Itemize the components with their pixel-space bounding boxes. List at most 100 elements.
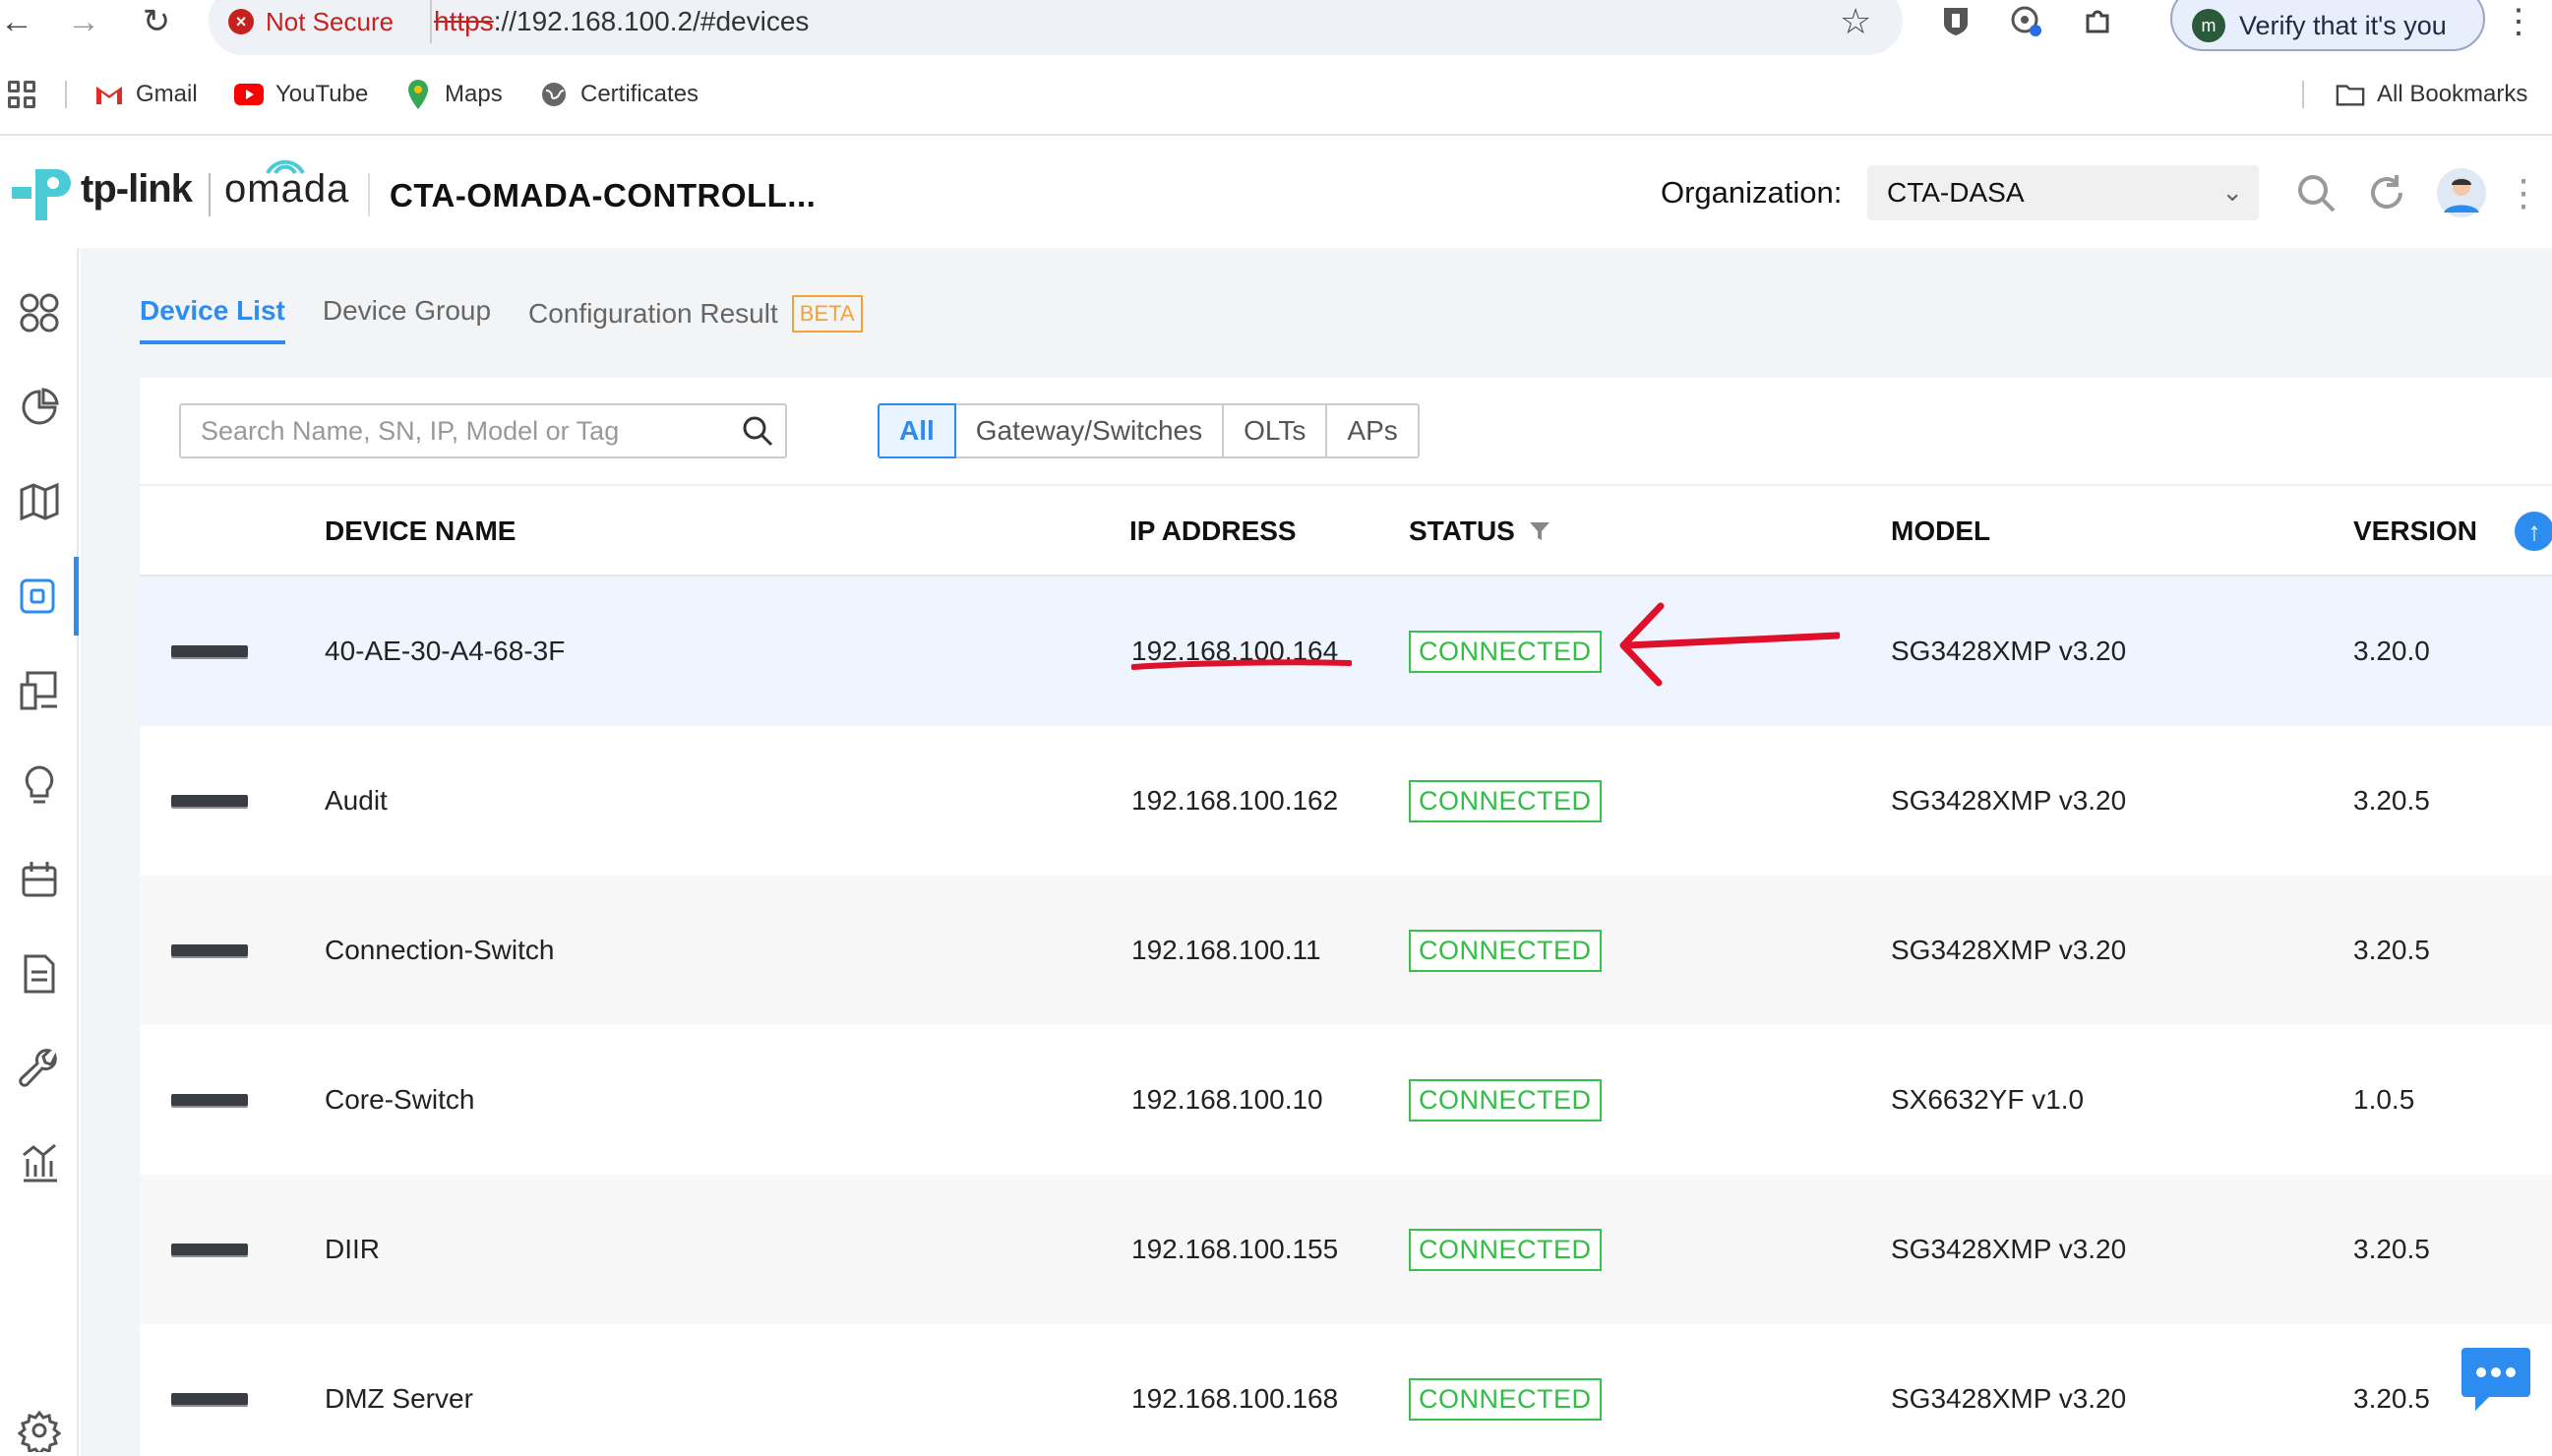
model-cell: SG3428XMP v3.20 <box>1891 1234 2127 1264</box>
column-model[interactable]: MODEL <box>1891 486 1990 576</box>
column-status[interactable]: STATUS <box>1409 486 1550 576</box>
filter-all[interactable]: All <box>878 403 956 458</box>
security-chip[interactable]: × Not Secure <box>228 0 394 43</box>
column-status-label: STATUS <box>1409 516 1515 546</box>
sidebar-item-devices[interactable] <box>0 557 79 636</box>
table-row[interactable]: 40-AE-30-A4-68-3F 192.168.100.164 CONNEC… <box>140 576 2552 726</box>
verify-label: Verify that it's you <box>2239 10 2447 40</box>
switch-device-icon <box>171 795 248 807</box>
apps-grid-icon[interactable] <box>8 81 35 108</box>
device-name-cell[interactable]: 40-AE-30-A4-68-3F <box>325 576 565 726</box>
sidebar-item-clients[interactable] <box>0 651 79 730</box>
wifi-arc-icon <box>266 159 305 175</box>
sidebar <box>0 248 79 1456</box>
bookmark-gmail[interactable]: Gmail <box>94 69 198 120</box>
sidebar-item-dashboard[interactable] <box>0 273 79 352</box>
reload-icon[interactable]: ↻ <box>132 0 181 43</box>
filter-funnel-icon[interactable] <box>1529 520 1550 542</box>
bookmark-label: YouTube <box>275 81 369 107</box>
organization-select[interactable]: CTA-DASA ⌄ <box>1867 165 2259 220</box>
ip-address-cell: 192.168.100.10 <box>1131 1084 1323 1115</box>
refresh-icon[interactable] <box>2359 165 2414 220</box>
bookmark-label: Gmail <box>136 81 198 107</box>
tab-configuration-result[interactable]: Configuration Result BETA <box>528 295 863 344</box>
device-name-cell[interactable]: DMZ Server <box>325 1324 473 1456</box>
all-bookmarks[interactable]: All Bookmarks <box>2336 69 2527 120</box>
chat-support-icon[interactable] <box>2460 1344 2532 1413</box>
ip-address-cell: 192.168.100.164 <box>1131 636 1339 666</box>
tab-device-group[interactable]: Device Group <box>323 295 491 344</box>
version-cell: 3.20.5 <box>2353 1234 2430 1264</box>
table-row[interactable]: DMZ Server 192.168.100.168 CONNECTED SG3… <box>140 1324 2552 1456</box>
gmail-icon <box>94 80 124 109</box>
sidebar-item-map[interactable] <box>0 462 79 541</box>
extension-key-icon[interactable] <box>2005 0 2048 43</box>
sidebar-item-insights[interactable] <box>0 746 79 824</box>
sidebar-item-statistics[interactable] <box>0 368 79 447</box>
profile-avatar-icon: m <box>2192 9 2225 42</box>
device-name-cell[interactable]: Audit <box>325 726 388 876</box>
column-version[interactable]: VERSION <box>2353 486 2477 576</box>
device-name-cell[interactable]: Connection-Switch <box>325 876 554 1025</box>
device-tabs: Device List Device Group Configuration R… <box>140 295 863 344</box>
version-cell: 3.20.5 <box>2353 785 2430 816</box>
status-cell: CONNECTED <box>1409 1025 1602 1175</box>
model-cell: SG3428XMP v3.20 <box>1891 785 2127 816</box>
status-badge: CONNECTED <box>1409 1228 1602 1271</box>
sidebar-item-analytics[interactable] <box>0 1123 79 1202</box>
browser-menu-icon[interactable]: ⋮ <box>2499 0 2538 43</box>
search-box <box>179 403 787 458</box>
analytics-icon <box>23 1143 57 1183</box>
sidebar-item-tools[interactable] <box>0 1029 79 1108</box>
device-name-cell[interactable]: Core-Switch <box>325 1025 474 1175</box>
bookmark-youtube[interactable]: YouTube <box>234 69 368 120</box>
search-icon[interactable] <box>740 413 775 449</box>
url-protocol: https <box>434 6 494 36</box>
model-cell: SX6632YF v1.0 <box>1891 1084 2085 1115</box>
scroll-up-icon[interactable]: ↑ <box>2515 512 2552 551</box>
table-row[interactable]: DIIR 192.168.100.155 CONNECTED SG3428XMP… <box>140 1175 2552 1324</box>
device-name-cell[interactable]: DIIR <box>325 1175 380 1324</box>
more-menu-icon[interactable]: ⋮ <box>2499 165 2548 220</box>
bookmark-star-icon[interactable]: ☆ <box>1840 0 1871 43</box>
column-device-name[interactable]: DEVICE NAME <box>325 486 516 576</box>
column-ip-address[interactable]: IP ADDRESS <box>1129 486 1297 576</box>
brand-divider <box>209 173 211 216</box>
version-cell: 3.20.0 <box>2353 636 2430 666</box>
extension-shield-icon[interactable] <box>1934 0 1977 43</box>
version-cell: 3.20.5 <box>2353 1383 2430 1414</box>
table-row[interactable]: Audit 192.168.100.162 CONNECTED SG3428XM… <box>140 726 2552 876</box>
back-icon[interactable]: ← <box>0 0 41 43</box>
version-cell: 3.20.5 <box>2353 935 2430 965</box>
controller-name[interactable]: CTA-OMADA-CONTROLL... <box>390 177 816 214</box>
search-input[interactable] <box>181 405 712 456</box>
user-avatar[interactable] <box>2434 165 2489 220</box>
tplink-logo-icon <box>12 169 71 220</box>
annotation-arrow-icon <box>1619 602 1840 687</box>
wrench-icon <box>19 1049 57 1087</box>
brand-name: tp-link <box>81 167 193 211</box>
filter-olts[interactable]: OLTs <box>1222 403 1328 458</box>
map-icon <box>20 482 59 521</box>
tab-device-list[interactable]: Device List <box>140 295 285 344</box>
bookmark-maps[interactable]: Maps <box>403 69 503 120</box>
forward-icon[interactable]: → <box>59 0 108 43</box>
status-badge: CONNECTED <box>1409 630 1602 673</box>
table-row[interactable]: Connection-Switch 192.168.100.11 CONNECT… <box>140 876 2552 1025</box>
url-text[interactable]: https ://192.168.100.2/#devices <box>430 0 809 43</box>
table-row[interactable]: Core-Switch 192.168.100.10 CONNECTED SX6… <box>140 1025 2552 1175</box>
status-cell: CONNECTED <box>1409 1175 1602 1324</box>
search-icon[interactable] <box>2288 165 2343 220</box>
extensions-puzzle-icon[interactable] <box>2076 0 2119 43</box>
ip-address-cell: 192.168.100.162 <box>1131 785 1339 816</box>
bookmark-certificates[interactable]: Certificates <box>539 69 699 120</box>
filter-aps[interactable]: APs <box>1325 403 1420 458</box>
sidebar-item-settings[interactable] <box>0 1391 79 1456</box>
sidebar-item-reports[interactable] <box>0 935 79 1013</box>
status-cell: CONNECTED <box>1409 876 1602 1025</box>
bookmark-label: Certificates <box>580 81 699 107</box>
filter-gateway-switches[interactable]: Gateway/Switches <box>953 403 1225 458</box>
organization-value: CTA-DASA <box>1887 177 2025 208</box>
sidebar-item-logs[interactable] <box>0 840 79 919</box>
verify-identity-button[interactable]: m Verify that it's you <box>2170 0 2485 51</box>
